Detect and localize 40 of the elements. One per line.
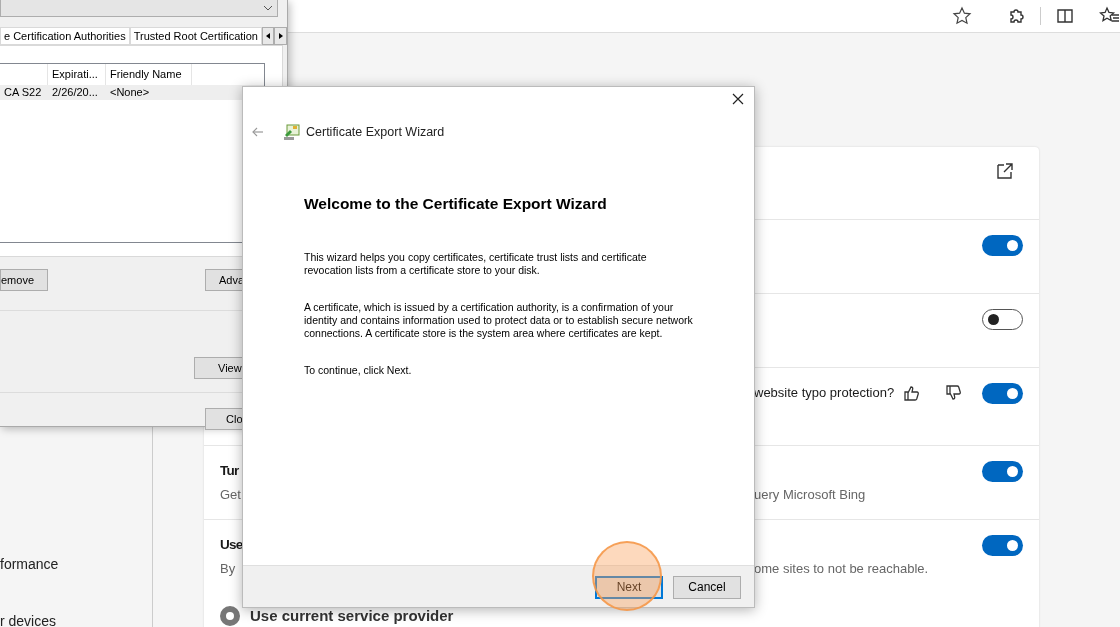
- toggle-switch[interactable]: [982, 461, 1023, 482]
- favorite-star-icon[interactable]: [952, 6, 972, 26]
- toggle-switch[interactable]: [982, 309, 1023, 330]
- chevron-down-icon: [263, 4, 273, 12]
- wizard-paragraph: To continue, click Next.: [304, 364, 413, 377]
- wizard-heading: Welcome to the Certificate Export Wizard: [304, 193, 608, 214]
- radio-label: Use current service provider: [250, 605, 454, 626]
- tab[interactable]: e Certification Authorities: [0, 27, 130, 45]
- tab[interactable]: Trusted Root Certification: [129, 27, 262, 45]
- close-icon[interactable]: [732, 93, 744, 105]
- dropdown-field[interactable]: [0, 0, 278, 17]
- toggle-switch[interactable]: [982, 383, 1023, 404]
- sidebar-item[interactable]: formance: [0, 554, 59, 575]
- toggle-switch[interactable]: [982, 235, 1023, 256]
- wizard-button[interactable]: Next: [595, 575, 663, 599]
- triangle-right-icon: [277, 32, 284, 40]
- scroll-right-button[interactable]: [274, 27, 287, 45]
- wizard-button[interactable]: Cancel: [673, 575, 741, 599]
- thumbs-up-icon[interactable]: [902, 384, 920, 402]
- puzzle-icon[interactable]: [1007, 6, 1027, 26]
- list-row[interactable]: CA S22 2/26/20... <None>: [0, 85, 264, 100]
- setting-title: Tur: [220, 462, 240, 480]
- dialog-button[interactable]: emove: [0, 269, 48, 291]
- certificate-icon: [283, 123, 300, 142]
- wizard-paragraph: This wizard helps you copy certificates, certificate trust lists and certificate revocation lists from a certificate store to your disk.: [304, 251, 648, 277]
- toggle-switch[interactable]: [982, 535, 1023, 556]
- certificate-list[interactable]: Expirati... Friendly Name CA S22 2/26/20... <None>: [0, 63, 265, 243]
- split-screen-icon[interactable]: [1055, 6, 1075, 26]
- triangle-left-icon: [265, 32, 272, 40]
- external-link-icon[interactable]: [995, 161, 1015, 181]
- setting-title: website typo protection?: [754, 384, 896, 402]
- dialog-title: Certificate Export Wizard: [306, 124, 445, 141]
- setting-description: By: [220, 560, 237, 578]
- wizard-paragraph: A certificate, which is issued by a certification authority, is a confirmation of your identity and contains information used to protect data or to establish secure network connections. A certificate store is the system area where certificates are kept.: [304, 301, 694, 340]
- setting-description: ome sites to not be reachable.: [754, 560, 930, 578]
- thumbs-down-icon[interactable]: [944, 384, 962, 402]
- setting-title: Use: [220, 536, 244, 554]
- setting-description: Get: [220, 486, 242, 504]
- setting-description: uery Microsoft Bing: [754, 486, 867, 504]
- sidebar-item[interactable]: r devices: [0, 611, 57, 627]
